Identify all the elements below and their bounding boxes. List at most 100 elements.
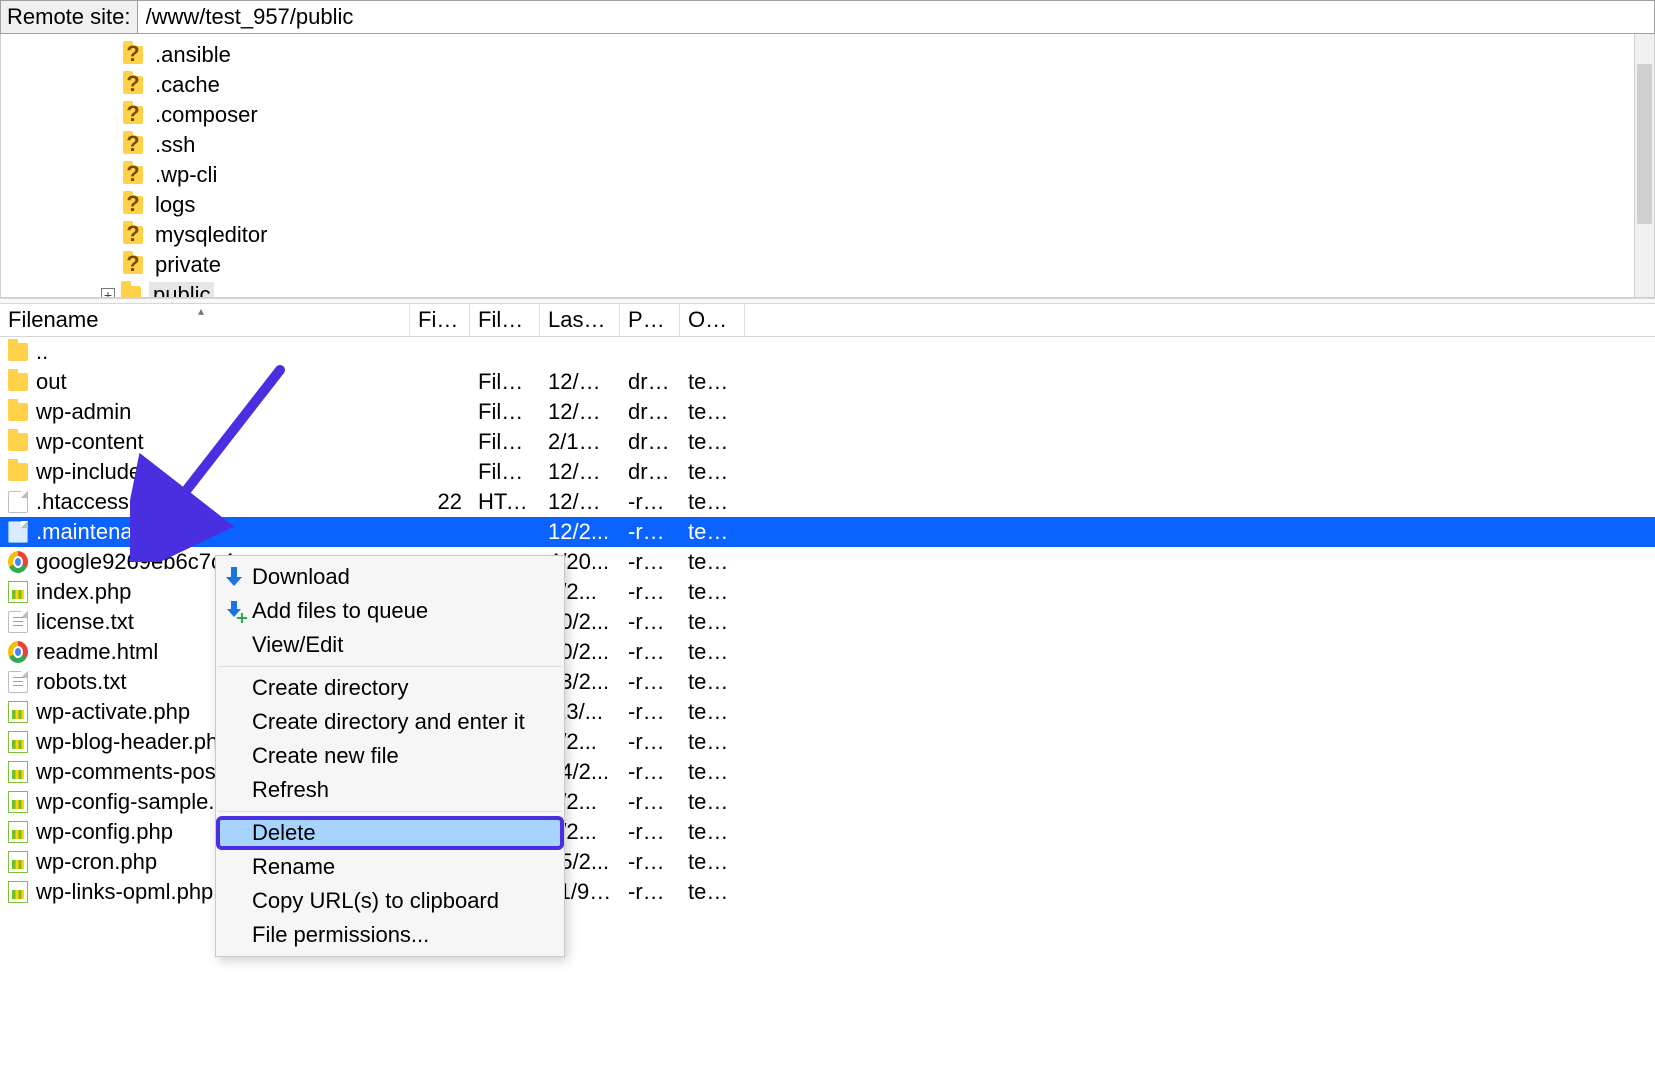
context-menu-newfile[interactable]: Create new file xyxy=(216,739,564,773)
table-row[interactable]: .. xyxy=(0,337,1655,367)
queue-icon xyxy=(224,601,244,621)
remote-site-path-input[interactable] xyxy=(138,1,1655,33)
php-file-icon xyxy=(8,731,28,753)
col-lastmodified[interactable]: Last m... xyxy=(540,304,620,336)
filename-label: readme.html xyxy=(36,639,158,665)
context-menu-label: Delete xyxy=(252,820,316,846)
context-menu-delete[interactable]: Delete xyxy=(216,816,564,850)
col-filetype[interactable]: Filet... xyxy=(470,304,540,336)
context-menu-refresh[interactable]: Refresh xyxy=(216,773,564,807)
context-menu-label: View/Edit xyxy=(252,632,343,658)
tree-expander-icon[interactable]: + xyxy=(101,288,115,298)
context-menu-copyurl[interactable]: Copy URL(s) to clipboard xyxy=(216,884,564,918)
remote-tree[interactable]: ?.ansible?.cache?.composer? .ssh? .wp-cli?… xyxy=(1,34,1654,298)
owner: test ... xyxy=(680,669,745,695)
col-filename[interactable]: Filename xyxy=(0,304,410,336)
file-context-menu: Download Add files to queue View/Edit Creat… xyxy=(215,555,565,957)
owner: test ... xyxy=(680,759,745,785)
folder-icon xyxy=(8,343,28,361)
download-icon xyxy=(224,567,244,587)
php-file-icon xyxy=(8,701,28,723)
file-grid: ▴ Filename Files... Filet... Last m... P… xyxy=(0,304,1655,907)
chrome-icon xyxy=(8,641,28,663)
filename-label: .maintenance xyxy=(36,519,168,545)
chrome-icon xyxy=(8,551,28,573)
tree-item--composer[interactable]: ?.composer xyxy=(123,100,1654,130)
col-owner[interactable]: Own... xyxy=(680,304,745,336)
filetype: File f... xyxy=(470,369,540,395)
table-row[interactable]: outFile f...12/6/2...drwx...test ... xyxy=(0,367,1655,397)
owner: test ... xyxy=(680,549,745,575)
folder-unknown-icon: ? xyxy=(123,166,143,184)
folder-unknown-icon: ? xyxy=(123,226,143,244)
filename-label: .htaccess xyxy=(36,489,129,515)
table-row[interactable]: .maintenance12/2...-rw-r...test ... xyxy=(0,517,1655,547)
context-menu-rename[interactable]: Rename xyxy=(216,850,564,884)
owner: test ... xyxy=(680,489,745,515)
context-menu-label: File permissions... xyxy=(252,922,429,948)
tree-item-label: .wp-cli xyxy=(151,162,221,188)
php-file-icon xyxy=(8,581,28,603)
php-file-icon xyxy=(8,851,28,873)
folder-unknown-icon: ? xyxy=(123,106,143,124)
text-file-icon xyxy=(8,671,28,693)
filename-label: robots.txt xyxy=(36,669,126,695)
context-menu-label: Create new file xyxy=(252,743,399,769)
tree-item--cache[interactable]: ?.cache xyxy=(123,70,1654,100)
context-menu-viewedit[interactable]: View/Edit xyxy=(216,628,564,662)
table-row[interactable]: wp-contentFile f...2/12/2...drwx...test … xyxy=(0,427,1655,457)
filename-label: license.txt xyxy=(36,609,134,635)
table-row[interactable]: .htaccess22HTA...12/14/...-rw-r...test .… xyxy=(0,487,1655,517)
filename-label: wp-config.php xyxy=(36,819,173,845)
table-row[interactable]: wp-adminFile f...12/7/2...drwx...test ..… xyxy=(0,397,1655,427)
filename-label: .. xyxy=(36,339,48,365)
filetype: File f... xyxy=(470,459,540,485)
context-menu-label: Download xyxy=(252,564,350,590)
tree-item-label: .ssh xyxy=(151,132,199,158)
context-menu-separator xyxy=(218,666,562,667)
permissions: drwx... xyxy=(620,399,680,425)
context-menu-queue[interactable]: Add files to queue xyxy=(216,594,564,628)
owner: test ... xyxy=(680,819,745,845)
table-row[interactable]: wp-includesFile f...12/7/2...drwx...test… xyxy=(0,457,1655,487)
tree-item--wp-cli[interactable]: ? .wp-cli xyxy=(123,160,1654,190)
permissions: -rw-r... xyxy=(620,669,680,695)
tree-item-logs[interactable]: ? logs xyxy=(123,190,1654,220)
permissions: drwx... xyxy=(620,429,680,455)
context-menu-perm[interactable]: File permissions... xyxy=(216,918,564,952)
folder-unknown-icon: ? xyxy=(123,136,143,154)
context-menu-createdir-enter[interactable]: Create directory and enter it xyxy=(216,705,564,739)
context-menu-separator xyxy=(218,811,562,812)
context-menu-download[interactable]: Download xyxy=(216,560,564,594)
owner: test ... xyxy=(680,459,745,485)
tree-item-private[interactable]: ?private xyxy=(123,250,1654,280)
tree-scrollbar[interactable] xyxy=(1634,34,1654,297)
context-menu-createdir[interactable]: Create directory xyxy=(216,671,564,705)
owner: test ... xyxy=(680,369,745,395)
context-menu-label: Create directory and enter it xyxy=(252,709,525,735)
tree-item-mysqleditor[interactable]: ?mysqleditor xyxy=(123,220,1654,250)
folder-unknown-icon: ? xyxy=(123,196,143,214)
tree-item-public[interactable]: +public xyxy=(101,280,1654,298)
file-grid-header: ▴ Filename Files... Filet... Last m... P… xyxy=(0,304,1655,337)
tree-scrollbar-thumb[interactable] xyxy=(1637,64,1652,224)
filetype: File f... xyxy=(470,429,540,455)
tree-item--ansible[interactable]: ?.ansible xyxy=(123,40,1654,70)
folder-icon xyxy=(8,373,28,391)
col-permissions[interactable]: Per... xyxy=(620,304,680,336)
permissions: -rw-r... xyxy=(620,579,680,605)
folder-unknown-icon: ? xyxy=(123,46,143,64)
lastmodified: 12/7/2... xyxy=(540,399,620,425)
owner: test ... xyxy=(680,579,745,605)
permissions: -rw-r... xyxy=(620,639,680,665)
permissions: -rw-r... xyxy=(620,819,680,845)
filename-label: wp-admin xyxy=(36,399,131,425)
file-icon xyxy=(8,491,28,513)
tree-item-label: logs xyxy=(151,192,199,218)
filename-label: wp-blog-header.php xyxy=(36,729,230,755)
permissions: -rw-r... xyxy=(620,729,680,755)
permissions: drwx... xyxy=(620,369,680,395)
tree-item--ssh[interactable]: ? .ssh xyxy=(123,130,1654,160)
php-file-icon xyxy=(8,791,28,813)
col-filesize[interactable]: Files... xyxy=(410,304,470,336)
